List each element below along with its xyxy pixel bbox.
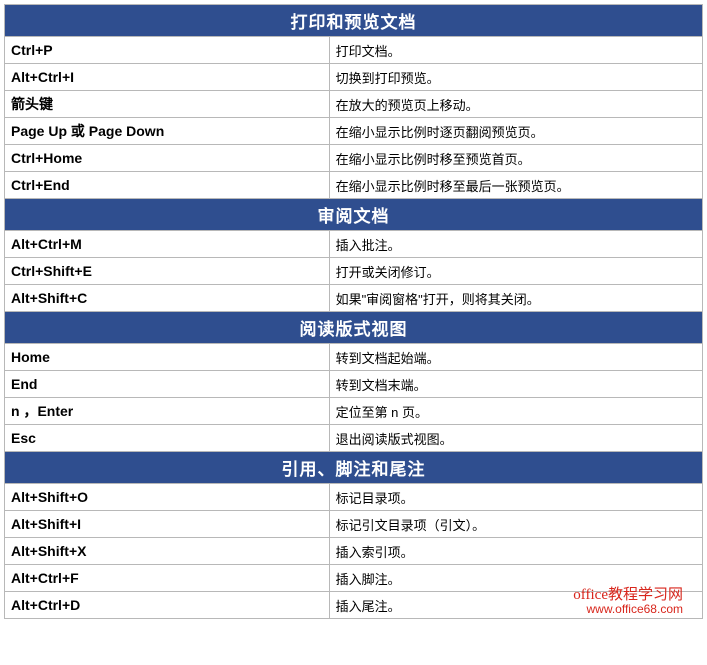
- shortcut-cell: Alt+Ctrl+M: [5, 231, 330, 258]
- section-header: 引用、脚注和尾注: [5, 452, 703, 484]
- table-row: Alt+Ctrl+D插入尾注。: [5, 592, 703, 619]
- table-row: Alt+Ctrl+F插入脚注。: [5, 565, 703, 592]
- table-row: Page Up 或 Page Down在缩小显示比例时逐页翻阅预览页。: [5, 118, 703, 145]
- description-cell: 在缩小显示比例时逐页翻阅预览页。: [329, 118, 702, 145]
- shortcut-cell: Ctrl+P: [5, 37, 330, 64]
- description-cell: 退出阅读版式视图。: [329, 425, 702, 452]
- table-row: 箭头键在放大的预览页上移动。: [5, 91, 703, 118]
- section-header: 审阅文档: [5, 199, 703, 231]
- description-cell: 定位至第 n 页。: [329, 398, 702, 425]
- shortcut-cell: Esc: [5, 425, 330, 452]
- description-cell: 转到文档末端。: [329, 371, 702, 398]
- description-cell: 插入索引项。: [329, 538, 702, 565]
- description-cell: 插入尾注。: [329, 592, 702, 619]
- table-row: Alt+Ctrl+M插入批注。: [5, 231, 703, 258]
- shortcut-table: 打印和预览文档Ctrl+P打印文档。Alt+Ctrl+I切换到打印预览。箭头键在…: [4, 4, 703, 619]
- shortcut-cell: Ctrl+End: [5, 172, 330, 199]
- description-cell: 在缩小显示比例时移至预览首页。: [329, 145, 702, 172]
- shortcut-cell: Alt+Shift+C: [5, 285, 330, 312]
- table-row: Ctrl+P打印文档。: [5, 37, 703, 64]
- shortcut-cell: 箭头键: [5, 91, 330, 118]
- shortcut-cell: Alt+Ctrl+I: [5, 64, 330, 91]
- shortcut-cell: Ctrl+Home: [5, 145, 330, 172]
- description-cell: 标记引文目录项（引文）。: [329, 511, 702, 538]
- shortcut-cell: Page Up 或 Page Down: [5, 118, 330, 145]
- description-cell: 在放大的预览页上移动。: [329, 91, 702, 118]
- table-row: Alt+Shift+X插入索引项。: [5, 538, 703, 565]
- description-cell: 插入批注。: [329, 231, 702, 258]
- description-cell: 插入脚注。: [329, 565, 702, 592]
- section-header: 阅读版式视图: [5, 312, 703, 344]
- description-cell: 转到文档起始端。: [329, 344, 702, 371]
- table-row: Ctrl+End在缩小显示比例时移至最后一张预览页。: [5, 172, 703, 199]
- description-cell: 打开或关闭修订。: [329, 258, 702, 285]
- table-row: Alt+Shift+C如果"审阅窗格"打开，则将其关闭。: [5, 285, 703, 312]
- description-cell: 如果"审阅窗格"打开，则将其关闭。: [329, 285, 702, 312]
- description-cell: 在缩小显示比例时移至最后一张预览页。: [329, 172, 702, 199]
- table-row: Alt+Shift+I标记引文目录项（引文）。: [5, 511, 703, 538]
- shortcut-cell: Alt+Ctrl+F: [5, 565, 330, 592]
- table-row: Alt+Shift+O标记目录项。: [5, 484, 703, 511]
- description-cell: 打印文档。: [329, 37, 702, 64]
- table-row: End转到文档末端。: [5, 371, 703, 398]
- shortcut-cell: Alt+Shift+O: [5, 484, 330, 511]
- shortcut-cell: Ctrl+Shift+E: [5, 258, 330, 285]
- shortcut-cell: End: [5, 371, 330, 398]
- table-row: n ，Enter定位至第 n 页。: [5, 398, 703, 425]
- table-row: Esc退出阅读版式视图。: [5, 425, 703, 452]
- table-row: Ctrl+Home在缩小显示比例时移至预览首页。: [5, 145, 703, 172]
- shortcut-cell: Alt+Shift+I: [5, 511, 330, 538]
- shortcut-cell: n ，Enter: [5, 398, 330, 425]
- shortcut-cell: Alt+Ctrl+D: [5, 592, 330, 619]
- shortcut-cell: Alt+Shift+X: [5, 538, 330, 565]
- table-row: Alt+Ctrl+I切换到打印预览。: [5, 64, 703, 91]
- section-header: 打印和预览文档: [5, 5, 703, 37]
- table-row: Ctrl+Shift+E打开或关闭修订。: [5, 258, 703, 285]
- shortcut-cell: Home: [5, 344, 330, 371]
- table-row: Home转到文档起始端。: [5, 344, 703, 371]
- description-cell: 标记目录项。: [329, 484, 702, 511]
- description-cell: 切换到打印预览。: [329, 64, 702, 91]
